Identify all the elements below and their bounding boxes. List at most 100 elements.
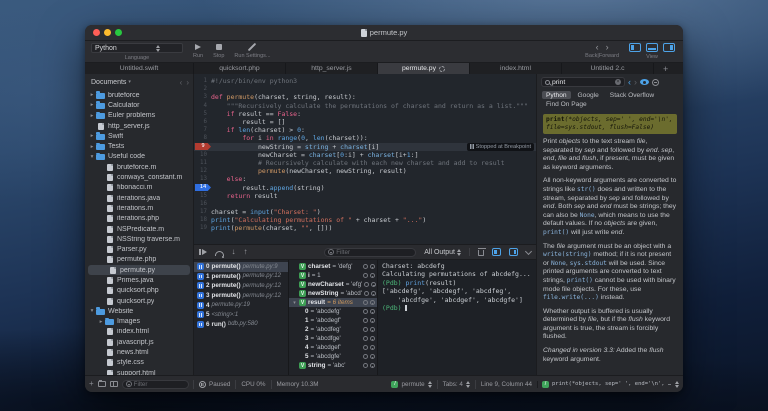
line-number[interactable]: 8 bbox=[194, 135, 211, 141]
quicklook-icon[interactable] bbox=[363, 318, 368, 323]
doc-search-field[interactable]: × bbox=[541, 77, 625, 87]
sidebar-item-Primes.java[interactable]: Primes.java bbox=[85, 275, 193, 285]
doc-tab-Stack Overflow[interactable]: Stack Overflow bbox=[606, 91, 658, 99]
remove-watch-icon[interactable] bbox=[370, 264, 375, 269]
sidebar-item-bruteforce.m[interactable]: bruteforce.m bbox=[85, 162, 193, 172]
reveal-in-tree-button[interactable] bbox=[109, 381, 118, 387]
line-number[interactable]: 15 bbox=[194, 193, 211, 199]
step-over-button[interactable] bbox=[214, 250, 224, 258]
title-bar[interactable]: permute.py bbox=[85, 25, 683, 41]
console-layout-right-button[interactable] bbox=[509, 248, 518, 256]
zoom-window-button[interactable] bbox=[115, 29, 122, 36]
variable-row-1[interactable]: 1 = 'abcdegf' bbox=[289, 316, 377, 325]
stack-frame-2[interactable]: 2 permute() permute.py:12 bbox=[194, 281, 288, 291]
sidebar-item-iterations.m[interactable]: iterations.m bbox=[85, 203, 193, 213]
variable-row-string[interactable]: Vstring = 'abc' bbox=[289, 361, 377, 370]
sidebar-item-NSPredicate.m[interactable]: NSPredicate.m bbox=[85, 224, 193, 234]
quicklook-icon[interactable] bbox=[363, 354, 368, 359]
step-into-button[interactable]: ↓ bbox=[232, 248, 236, 256]
remove-watch-icon[interactable] bbox=[370, 309, 375, 314]
sidebar-item-Parser.py[interactable]: Parser.py bbox=[85, 244, 193, 254]
sidebar-forward-button[interactable]: › bbox=[186, 78, 189, 86]
quicklook-icon[interactable] bbox=[363, 336, 368, 341]
sidebar-item-Calculator[interactable]: ▸ Calculator bbox=[85, 100, 193, 110]
breakpoint-badge[interactable]: 9 bbox=[195, 142, 211, 151]
line-number[interactable]: 12 bbox=[194, 168, 211, 174]
console-filter-field[interactable] bbox=[324, 247, 417, 257]
sidebar-item-news.html[interactable]: news.html bbox=[85, 347, 193, 357]
remove-watch-icon[interactable] bbox=[370, 363, 375, 368]
remove-watch-icon[interactable] bbox=[370, 354, 375, 359]
add-file-button[interactable]: + bbox=[89, 380, 94, 388]
line-number[interactable]: 4 bbox=[194, 103, 211, 109]
line-number[interactable]: 9 bbox=[194, 142, 211, 151]
quicklook-icon[interactable] bbox=[363, 291, 369, 296]
quicklook-icon[interactable] bbox=[363, 327, 368, 332]
line-number[interactable]: 3 bbox=[194, 94, 211, 100]
sidebar-item-fibonacci.m[interactable]: fibonacci.m bbox=[85, 183, 193, 193]
editor-tab-Untitled 2.c[interactable]: Untitled 2.c bbox=[562, 63, 654, 74]
clear-console-button[interactable] bbox=[477, 248, 486, 256]
quicklook-icon[interactable] bbox=[363, 300, 368, 305]
sidebar-filter-input[interactable] bbox=[133, 380, 185, 388]
doc-search-input[interactable] bbox=[552, 78, 613, 86]
stack-frame-5[interactable]: 5 <string>:1 bbox=[194, 310, 288, 320]
forward-button[interactable]: › bbox=[606, 43, 609, 52]
line-number[interactable]: 16 bbox=[194, 201, 211, 207]
output-mode-dropdown[interactable]: All Output bbox=[424, 248, 461, 256]
sidebar-item-Swift[interactable]: ▸ Swift bbox=[85, 131, 193, 141]
console-filter-input[interactable] bbox=[336, 248, 413, 256]
line-number[interactable]: 13 bbox=[194, 176, 211, 182]
toggle-right-panel-button[interactable] bbox=[663, 43, 675, 52]
step-out-button[interactable]: ↑ bbox=[244, 248, 248, 256]
toggle-left-panel-button[interactable] bbox=[629, 43, 641, 52]
doc-tab-Python[interactable]: Python bbox=[542, 91, 571, 99]
language-select[interactable]: Python bbox=[91, 43, 183, 53]
remove-watch-icon[interactable] bbox=[370, 336, 375, 341]
variable-row-4[interactable]: 4 = 'abcdgef' bbox=[289, 343, 377, 352]
variable-row-i[interactable]: Vi = 1 bbox=[289, 271, 377, 280]
sidebar-item-support.html[interactable]: support.html bbox=[85, 368, 193, 375]
quicklook-icon[interactable] bbox=[363, 309, 368, 314]
remove-watch-icon[interactable] bbox=[370, 318, 375, 323]
sidebar-item-Euler problems[interactable]: ▸ Euler problems bbox=[85, 111, 193, 121]
remove-watch-icon[interactable] bbox=[370, 273, 375, 278]
line-number[interactable]: 2 bbox=[194, 86, 211, 92]
doc-tab-Google[interactable]: Google bbox=[574, 91, 603, 99]
variable-row-0[interactable]: 0 = 'abcdefg' bbox=[289, 307, 377, 316]
stack-frame-1[interactable]: 1 permute() permute.py:12 bbox=[194, 272, 288, 282]
sidebar-item-permute.py[interactable]: permute.py bbox=[88, 265, 190, 276]
stack-frame-0[interactable]: 0 permute() permute.py:9 bbox=[194, 262, 288, 272]
variable-row-result[interactable]: ▾ Vresult = 6 items bbox=[289, 298, 377, 307]
chevron-right-icon[interactable]: ▸ bbox=[88, 113, 96, 119]
console-output[interactable]: Charset: abcdefg Calculating permutations… bbox=[378, 260, 536, 375]
chevron-right-icon[interactable]: ▸ bbox=[88, 133, 96, 139]
editor-tab-permute.py[interactable]: permute.py bbox=[378, 63, 470, 74]
sidebar-item-Website[interactable]: ▾ Website bbox=[85, 306, 193, 316]
doc-content[interactable]: print(*objects, sep=' ', end='\n', file=… bbox=[537, 109, 683, 375]
clear-search-button[interactable]: × bbox=[615, 79, 621, 85]
remove-watch-icon[interactable] bbox=[370, 291, 376, 296]
minimize-window-button[interactable] bbox=[104, 29, 111, 36]
editor-tab-Untitled.swift[interactable]: Untitled.swift bbox=[85, 63, 194, 74]
quicklook-icon[interactable] bbox=[363, 264, 368, 269]
remove-watch-icon[interactable] bbox=[370, 300, 375, 305]
line-number[interactable]: 1 bbox=[194, 78, 211, 84]
run-settings-button[interactable]: Run Settings... bbox=[234, 42, 271, 59]
line-number[interactable]: 19 bbox=[194, 225, 211, 231]
sidebar-header[interactable]: Documents ▾ ‹ › bbox=[85, 74, 193, 88]
eye-icon[interactable] bbox=[640, 79, 649, 85]
quicklook-icon[interactable] bbox=[363, 363, 368, 368]
editor-tab-index.html[interactable]: index.html bbox=[470, 63, 562, 74]
line-number[interactable]: 14 bbox=[194, 183, 211, 192]
sidebar-item-Tests[interactable]: ▸ Tests bbox=[85, 141, 193, 151]
line-number[interactable]: 11 bbox=[194, 160, 211, 166]
variable-row-charset[interactable]: Vcharset = 'defg' bbox=[289, 262, 377, 271]
sidebar-back-button[interactable]: ‹ bbox=[180, 78, 183, 86]
variable-row-newString[interactable]: VnewString = 'abcd' bbox=[289, 289, 377, 298]
sidebar-item-quicksort.py[interactable]: quicksort.py bbox=[85, 296, 193, 306]
sidebar-item-quicksort.php[interactable]: quicksort.php bbox=[85, 286, 193, 296]
chevron-down-icon[interactable]: ▾ bbox=[88, 308, 96, 314]
sidebar-filter-field[interactable] bbox=[121, 379, 189, 389]
sidebar-item-bruteforce[interactable]: ▸ bruteforce bbox=[85, 90, 193, 100]
